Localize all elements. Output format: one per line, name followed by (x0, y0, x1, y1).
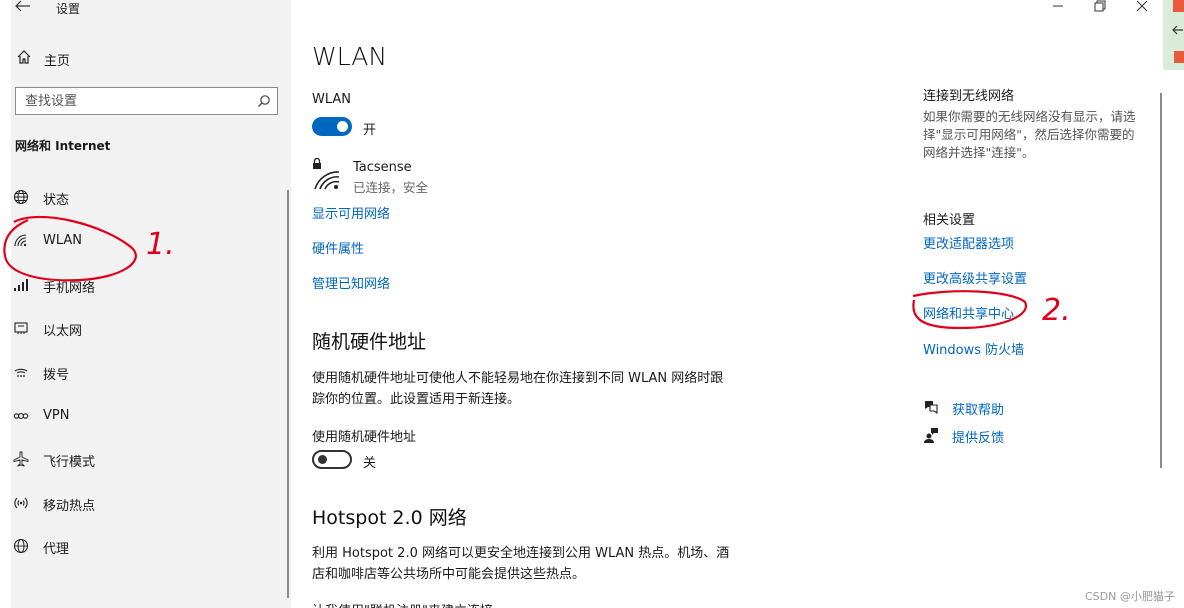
connect-desc-line-2: 择"显示可用网络"，然后选择你需要的 (923, 127, 1135, 142)
sidebar-item-label: WLAN (43, 233, 83, 248)
sidebar-item-label: 状态 (43, 193, 70, 208)
proxy-globe-icon (13, 538, 31, 554)
edge-badge-icon (1174, 51, 1184, 63)
cellular-signal-icon (13, 277, 31, 293)
sidebar-item-airplane[interactable]: 飞行模式 (11, 442, 287, 476)
window-title: 设置 (56, 2, 81, 16)
sidebar: 设置 主页 网络和 Internet 状态 WLAN 手机网络 以太 (11, 0, 291, 608)
connect-desc-line-3: 网络并选择"连接"。 (923, 145, 1035, 160)
network-sharing-center-link[interactable]: 网络和共享中心 (923, 303, 1014, 322)
network-status: 已连接，安全 (353, 180, 429, 195)
wifi-secure-icon[interactable] (311, 157, 341, 192)
random-hw-description: 使用随机硬件地址可使他人不能轻易地在你连接到不同 WLAN 网络时跟 踪你的位置… (312, 368, 723, 410)
home-icon (16, 49, 32, 65)
hotspot-description: 利用 Hotspot 2.0 网络可以更安全地连接到公用 WLAN 热点。机场、… (312, 543, 729, 585)
sidebar-item-status[interactable]: 状态 (11, 180, 287, 214)
connect-wireless-description: 如果你需要的无线网络没有显示，请选 择"显示可用网络"，然后选择你需要的 网络并… (923, 108, 1136, 162)
random-hw-desc-line-1: 使用随机硬件地址可使他人不能轻易地在你连接到不同 WLAN 网络时跟 (312, 371, 724, 386)
sidebar-item-label: 代理 (43, 542, 70, 557)
main-scrollbar[interactable] (1160, 93, 1162, 468)
windows-firewall-link[interactable]: Windows 防火墙 (923, 339, 1024, 358)
search-box[interactable] (15, 87, 278, 115)
sidebar-item-label: VPN (43, 408, 70, 423)
edge-badge-icon (1173, 0, 1184, 12)
sidebar-item-label: 拨号 (43, 368, 70, 383)
feedback-row[interactable]: 提供反馈 (923, 425, 1043, 447)
page-title: WLAN (312, 42, 388, 71)
sidebar-item-wlan[interactable]: WLAN (11, 224, 287, 258)
hotspot-section-title: Hotspot 2.0 网络 (312, 507, 467, 529)
search-input[interactable] (16, 88, 252, 114)
sidebar-item-ethernet[interactable]: 以太网 (11, 311, 287, 345)
change-advanced-sharing-link[interactable]: 更改高级共享设置 (923, 268, 1027, 287)
main-content: WLAN WLAN 开 Tacsense 已连接，安全 显示可用网络 硬件属性 … (291, 0, 1171, 608)
restore-button[interactable] (1094, 0, 1106, 15)
sidebar-item-label: 手机网络 (43, 281, 96, 296)
hotspot-desc-line-1: 利用 Hotspot 2.0 网络可以更安全地连接到公用 WLAN 热点。机场、… (312, 546, 730, 561)
sidebar-item-hotspot[interactable]: 移动热点 (11, 486, 287, 520)
random-hw-toggle-label: 使用随机硬件地址 (312, 430, 417, 445)
wlan-toggle-label: WLAN (312, 92, 352, 107)
left-edge-strip (0, 0, 11, 608)
network-name[interactable]: Tacsense (353, 160, 412, 175)
show-available-networks-link[interactable]: 显示可用网络 (312, 203, 390, 222)
connect-wireless-title: 连接到无线网络 (923, 89, 1015, 104)
sidebar-item-vpn[interactable]: VPN (11, 399, 287, 433)
hardware-properties-link[interactable]: 硬件属性 (312, 238, 364, 257)
sidebar-item-dialup[interactable]: 拨号 (11, 355, 287, 389)
sidebar-item-label: 移动热点 (43, 499, 96, 514)
help-chat-icon (923, 399, 939, 419)
change-adapter-options-link[interactable]: 更改适配器选项 (923, 233, 1014, 252)
minimize-button[interactable] (1052, 0, 1064, 14)
wlan-toggle-state: 开 (363, 123, 377, 138)
dialup-icon (13, 364, 31, 380)
ethernet-icon (13, 320, 31, 336)
wlan-toggle[interactable] (312, 117, 352, 136)
back-arrow-icon[interactable] (1172, 24, 1184, 39)
search-icon[interactable] (257, 94, 271, 108)
random-hw-toggle-state: 关 (363, 456, 377, 471)
section-title: 网络和 Internet (15, 139, 111, 153)
sidebar-item-proxy[interactable]: 代理 (11, 529, 287, 563)
back-arrow-icon[interactable] (15, 0, 35, 16)
hotspot-desc-line-2: 店和咖啡店等公共场所中可能会提供这些热点。 (312, 567, 586, 582)
get-help-row[interactable]: 获取帮助 (923, 397, 1043, 419)
feedback-link[interactable]: 提供反馈 (952, 427, 1004, 446)
sidebar-item-home[interactable]: 主页 (11, 46, 291, 72)
watermark: CSDN @小肥猫子 (1085, 590, 1175, 603)
manage-known-networks-link[interactable]: 管理已知网络 (312, 273, 390, 292)
sidebar-item-label: 飞行模式 (43, 455, 96, 470)
related-settings-title: 相关设置 (923, 213, 976, 228)
feedback-person-icon (923, 427, 939, 447)
sidebar-item-label: 以太网 (43, 324, 83, 339)
random-hw-desc-line-2: 踪你的位置。此设置适用于新连接。 (312, 392, 521, 407)
random-hw-section-title: 随机硬件地址 (312, 331, 427, 353)
sidebar-scrollbar[interactable] (287, 190, 289, 598)
globe-icon (13, 189, 31, 205)
sidebar-item-cellular[interactable]: 手机网络 (11, 268, 287, 302)
home-label: 主页 (44, 54, 71, 69)
airplane-icon (13, 451, 31, 467)
get-help-link[interactable]: 获取帮助 (952, 399, 1004, 418)
online-signup-label: 让我使用"联机注册"来建立连接 (312, 600, 493, 608)
close-button[interactable] (1136, 0, 1148, 15)
hotspot-icon (13, 495, 31, 511)
wifi-icon (13, 233, 31, 249)
connect-desc-line-1: 如果你需要的无线网络没有显示，请选 (923, 109, 1136, 124)
vpn-icon (13, 408, 31, 424)
toggle-knob (337, 121, 348, 132)
toggle-knob (318, 455, 327, 464)
random-hw-toggle[interactable] (312, 450, 352, 469)
right-edge-strip (1163, 0, 1184, 70)
